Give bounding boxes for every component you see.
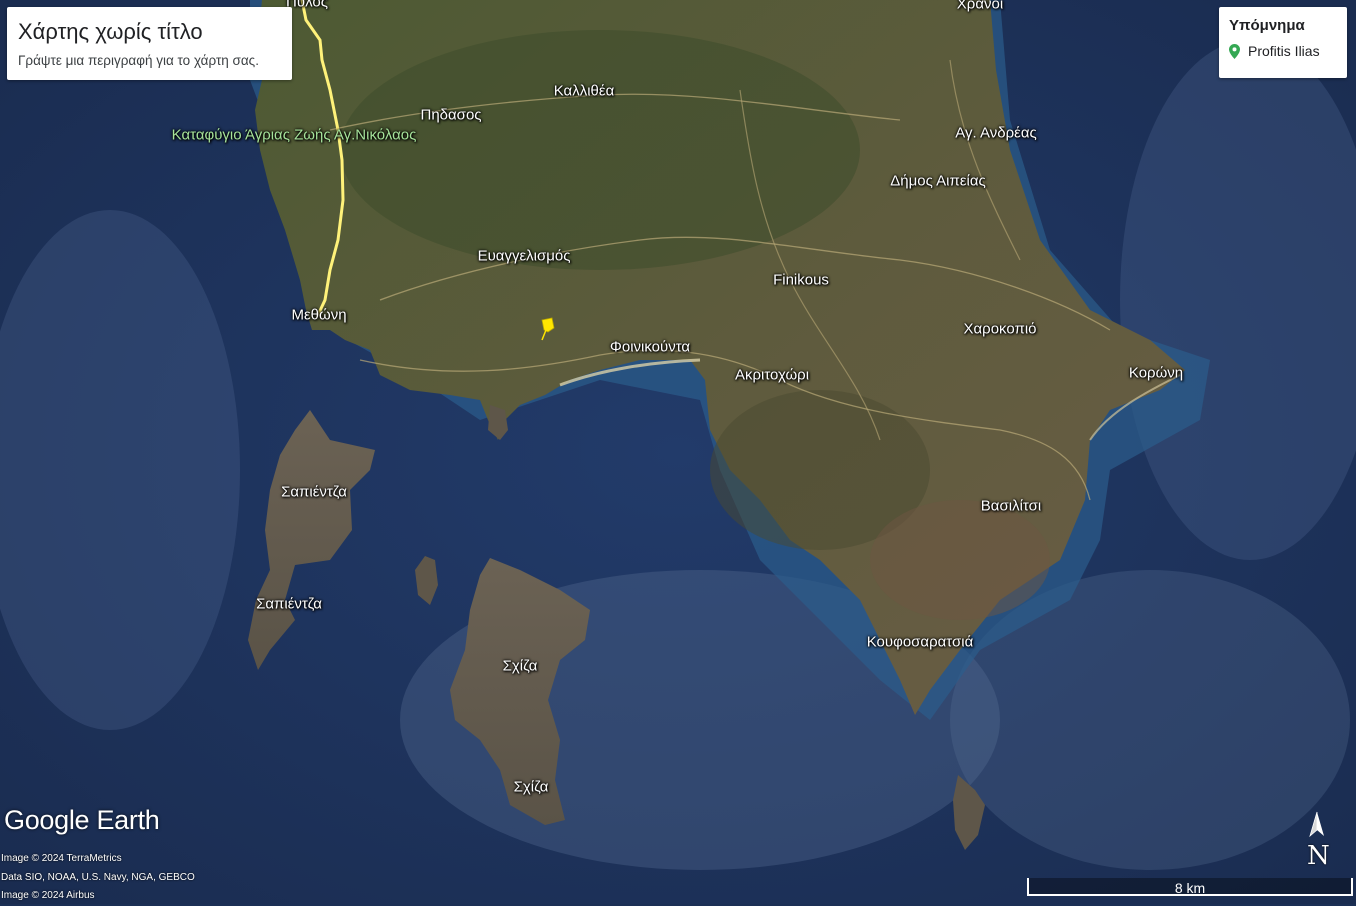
scale-bar-label: 8 km: [1174, 880, 1206, 896]
imagery-credits: Image © 2024 TerraMetrics Data SIO, NOAA…: [1, 850, 195, 906]
place-label-pidasos[interactable]: Πηδασος: [420, 107, 481, 124]
place-label-methoni[interactable]: Μεθώνη: [291, 307, 346, 324]
legend-title: Υπόμνημα: [1229, 17, 1305, 34]
place-label-charokopio[interactable]: Χαροκοπιό: [963, 321, 1036, 338]
google-earth-logo: Google Earth: [4, 805, 160, 835]
place-label-akritochori[interactable]: Ακριτοχώρι: [735, 367, 809, 384]
place-label-finikous[interactable]: Finikous: [773, 272, 829, 289]
place-label-koroni[interactable]: Κορώνη: [1129, 365, 1183, 382]
map-description[interactable]: Γράψτε μια περιγραφή για το χάρτη σας.: [18, 53, 281, 68]
place-label-dimos-apeias[interactable]: Δήμος Αιπείας: [890, 173, 986, 190]
place-label-kallithea[interactable]: Καλλιθέα: [554, 83, 615, 100]
place-label-wildlife-refuge[interactable]: Καταφύγιο Άγριας Ζωής Αγ.Νικόλαος: [172, 127, 417, 144]
place-label-foinikounta[interactable]: Φοινικούντα: [610, 339, 690, 356]
place-label-evangelismos[interactable]: Ευαγγελισμός: [478, 248, 571, 265]
place-label-vasilitsi[interactable]: Βασιλίτσι: [981, 498, 1041, 515]
north-arrow-icon: [1309, 811, 1324, 838]
place-label-ag-andreas[interactable]: Αγ. Ανδρέας: [955, 125, 1036, 142]
map-title[interactable]: Χάρτης χωρίς τίτλο: [18, 19, 281, 45]
map-pin-icon: [1229, 43, 1240, 59]
credit-line: Image © 2024 TerraMetrics: [1, 853, 122, 864]
map-title-card[interactable]: Χάρτης χωρίς τίτλο Γράψτε μια περιγραφή …: [7, 7, 292, 80]
legend-item[interactable]: Profitis Ilias: [1229, 43, 1337, 59]
legend-panel: Υπόμνημα Profitis Ilias: [1219, 7, 1347, 78]
place-label-chranoi[interactable]: Χράνοι: [957, 0, 1003, 13]
scale-bar: 8 km: [1027, 878, 1353, 900]
compass-north-label: N: [1307, 841, 1330, 871]
place-label-schiza-north[interactable]: Σχίζα: [503, 658, 538, 675]
place-label-sapientza-north[interactable]: Σαπιέντζα: [281, 484, 347, 501]
place-label-pylos[interactable]: Πύλος: [286, 0, 328, 11]
place-label-koufosaratsia[interactable]: Κουφοσαρατσιά: [867, 634, 974, 651]
place-label-schiza-south[interactable]: Σχίζα: [514, 779, 549, 796]
credit-line: Image © 2024 Airbus: [1, 890, 95, 901]
credit-line: Data SIO, NOAA, U.S. Navy, NGA, GEBCO: [1, 871, 195, 883]
compass[interactable]: N: [1302, 808, 1336, 871]
place-label-sapientza-south[interactable]: Σαπιέντζα: [256, 596, 322, 613]
legend-item-label: Profitis Ilias: [1248, 43, 1320, 59]
